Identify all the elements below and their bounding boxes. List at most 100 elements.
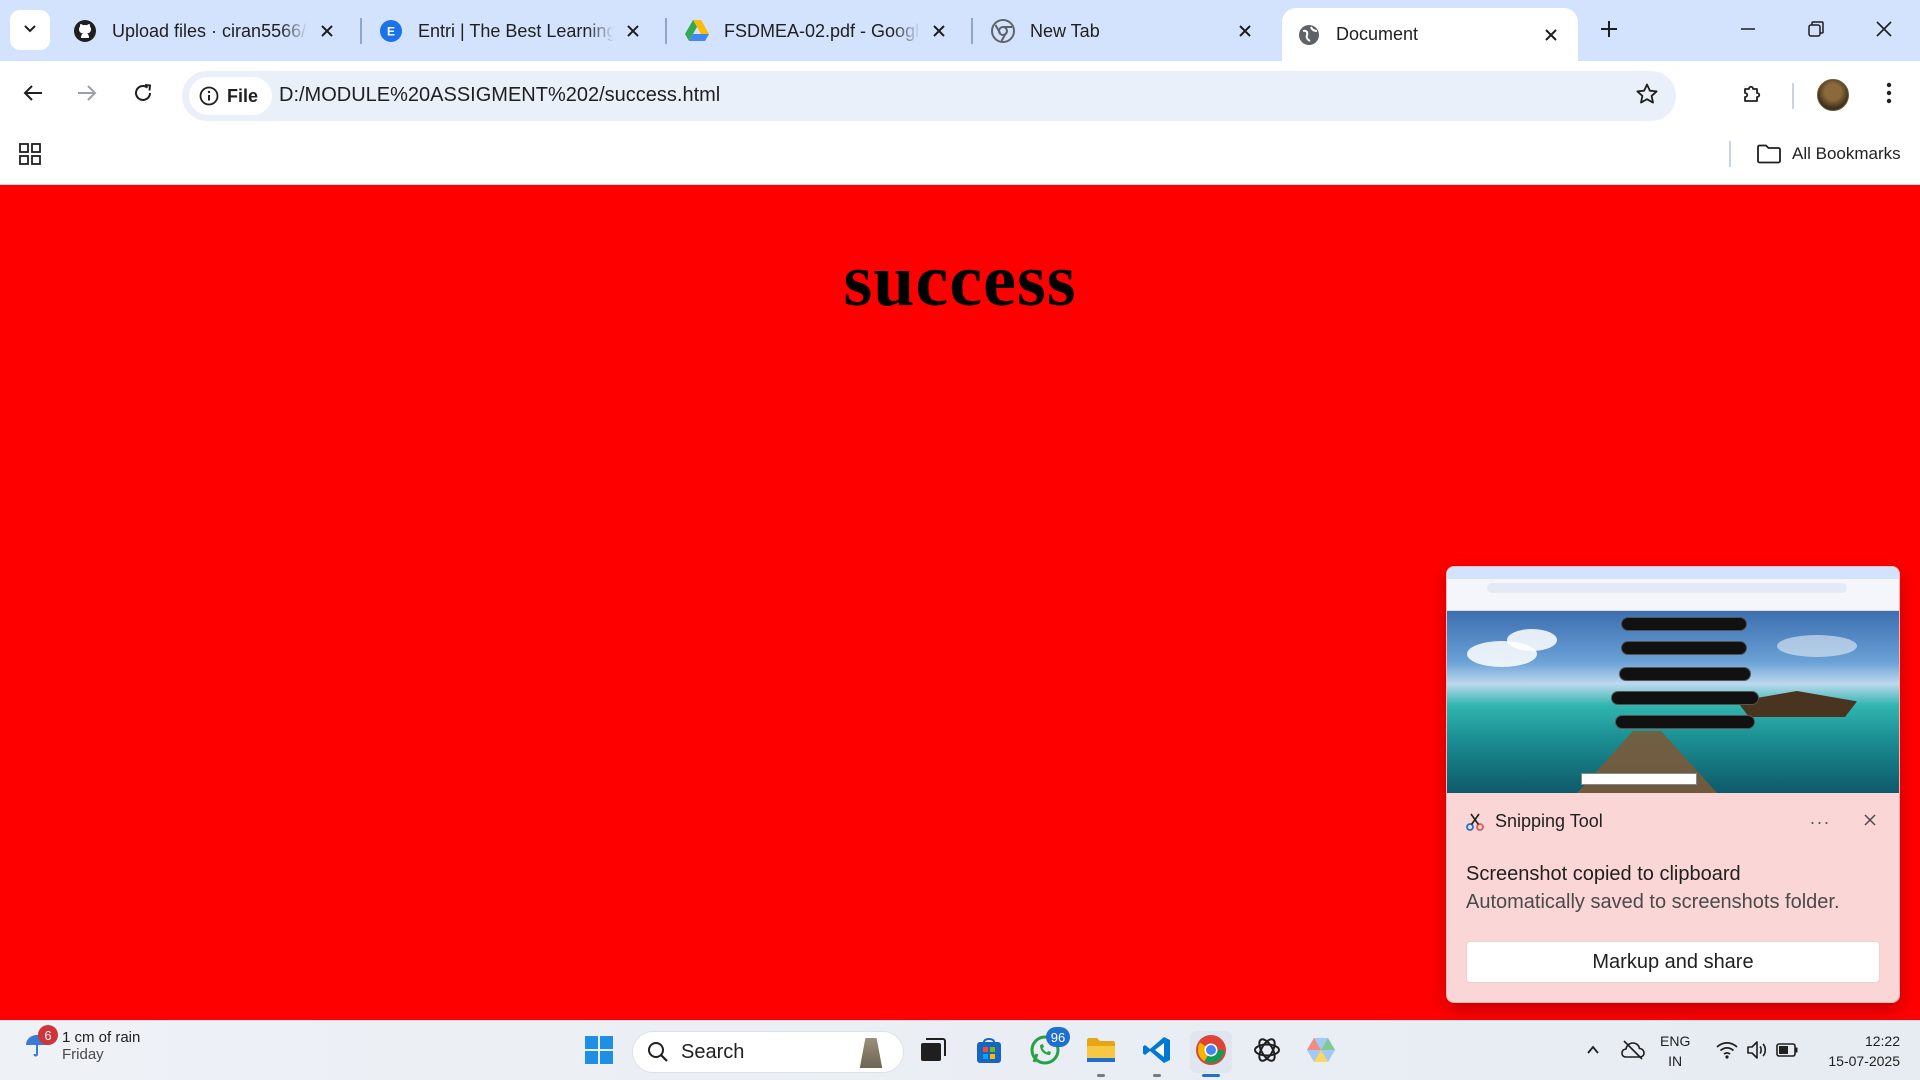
running-indicator — [1153, 1074, 1161, 1077]
tab-separator — [971, 18, 973, 44]
chevron-down-icon — [22, 20, 38, 41]
new-tab-button[interactable] — [1592, 14, 1626, 48]
url-text[interactable]: D:/MODULE%20ASSIGMENT%202/success.html — [279, 84, 720, 107]
snipping-tool-notification[interactable]: Snipping Tool ··· Screenshot copied to c… — [1446, 566, 1900, 1003]
windows-logo-icon — [584, 1035, 614, 1070]
markup-and-share-button[interactable]: Markup and share — [1466, 941, 1880, 983]
tab-strip: Upload files · ciran5566/Mo E Entri | Th… — [0, 0, 1920, 61]
toolbar-divider — [1792, 83, 1794, 109]
globe-icon — [1296, 22, 1322, 48]
reload-icon — [132, 82, 154, 109]
tab-document[interactable]: Document — [1282, 8, 1578, 61]
search-highlight-image — [859, 1038, 883, 1068]
back-button[interactable] — [10, 72, 56, 118]
more-vertical-icon — [1886, 82, 1892, 109]
thumbnail-cloud — [1507, 629, 1557, 651]
file-explorer-button[interactable] — [1080, 1031, 1122, 1077]
network-button[interactable] — [1712, 1031, 1742, 1073]
onedrive-status-button[interactable] — [1618, 1031, 1648, 1073]
chrome-button[interactable] — [1190, 1031, 1232, 1077]
speaker-icon — [1746, 1040, 1768, 1065]
input-language-indicator[interactable]: ENG IN — [1660, 1031, 1690, 1071]
tab-new-tab[interactable]: New Tab — [976, 8, 1272, 54]
tab-title: Document — [1336, 24, 1419, 44]
screenshot-thumbnail[interactable] — [1447, 567, 1899, 793]
forward-button[interactable] — [64, 72, 110, 118]
toast-header: Snipping Tool — [1465, 811, 1603, 832]
minimize-button[interactable] — [1716, 8, 1780, 54]
apps-grid-icon[interactable] — [16, 140, 44, 168]
github-icon — [72, 18, 98, 44]
toast-subtitle: Automatically saved to screenshots folde… — [1466, 891, 1840, 913]
clock[interactable]: 12:22 15-07-2025 — [1816, 1031, 1900, 1071]
battery-icon — [1776, 1042, 1798, 1062]
tab-entri[interactable]: E Entri | The Best Learning ap — [364, 8, 660, 54]
profile-button[interactable] — [1810, 72, 1856, 118]
thumbnail-url-bar — [1487, 583, 1847, 593]
weather-badge: 6 — [38, 1025, 58, 1045]
close-icon[interactable] — [1232, 18, 1258, 44]
toast-close-button[interactable] — [1855, 807, 1885, 837]
google-drive-icon — [684, 18, 710, 44]
thumbnail-form-field — [1619, 667, 1751, 681]
arrow-left-icon — [22, 82, 44, 109]
close-icon[interactable] — [314, 18, 340, 44]
close-icon — [1875, 20, 1893, 43]
restore-button[interactable] — [1784, 8, 1848, 54]
arrow-right-icon — [76, 82, 98, 109]
minimize-icon — [1740, 21, 1756, 42]
close-icon[interactable] — [1538, 22, 1564, 48]
bookmark-star-button[interactable] — [1630, 79, 1664, 113]
task-view-button[interactable] — [912, 1031, 954, 1073]
clock-date: 15-07-2025 — [1828, 1053, 1900, 1069]
show-hidden-icons-button[interactable] — [1578, 1031, 1608, 1073]
info-icon — [199, 86, 219, 106]
close-icon[interactable] — [926, 18, 952, 44]
tab-title: FSDMEA-02.pdf - Google Dri — [724, 20, 920, 41]
toast-more-button[interactable]: ··· — [1805, 807, 1835, 837]
puzzle-icon — [1741, 81, 1765, 110]
tab-google-drive[interactable]: FSDMEA-02.pdf - Google Dri — [670, 8, 966, 54]
volume-button[interactable] — [1742, 1031, 1772, 1073]
all-bookmarks-label: All Bookmarks — [1792, 144, 1901, 163]
thumbnail-cloud — [1777, 635, 1857, 657]
whatsapp-button[interactable]: 96 — [1024, 1027, 1070, 1073]
close-icon[interactable] — [620, 18, 646, 44]
microsoft-store-button[interactable] — [968, 1031, 1010, 1073]
active-indicator — [1202, 1074, 1220, 1077]
wifi-icon — [1716, 1041, 1738, 1064]
diamond-app-icon — [1305, 1035, 1337, 1070]
folder-icon — [1085, 1036, 1117, 1069]
thumbnail-browser-chrome — [1447, 567, 1899, 611]
close-icon — [1863, 813, 1877, 832]
battery-button[interactable] — [1772, 1031, 1802, 1073]
taskbar-search[interactable]: Search — [632, 1031, 904, 1073]
tab-search-button[interactable] — [10, 10, 50, 50]
gemini-app-button[interactable] — [1300, 1031, 1342, 1073]
extensions-button[interactable] — [1730, 72, 1776, 118]
site-info-chip[interactable]: File — [189, 77, 273, 115]
language-code: ENG — [1660, 1033, 1691, 1049]
weather-widget[interactable]: 6 1 cm of rain Friday — [22, 1025, 140, 1063]
tab-separator — [360, 18, 362, 44]
thumbnail-form-field — [1621, 641, 1747, 655]
search-icon — [647, 1041, 669, 1063]
chatgpt-button[interactable] — [1246, 1031, 1288, 1073]
all-bookmarks-button[interactable]: All Bookmarks — [1756, 139, 1901, 169]
task-view-icon — [919, 1037, 947, 1068]
start-button[interactable] — [578, 1031, 620, 1073]
vscode-button[interactable] — [1136, 1031, 1178, 1077]
thumbnail-form-field — [1615, 715, 1755, 729]
menu-button[interactable] — [1866, 72, 1912, 118]
reload-button[interactable] — [120, 72, 166, 118]
tab-github[interactable]: Upload files · ciran5566/Mo — [58, 8, 354, 54]
star-icon — [1635, 82, 1659, 111]
site-chip-label: File — [227, 85, 259, 106]
browser-toolbar: File D:/MODULE%20ASSIGMENT%202/success.h… — [0, 61, 1920, 131]
restore-icon — [1807, 20, 1825, 43]
language-region: IN — [1668, 1053, 1683, 1069]
tab-title: Entri | The Best Learning ap — [418, 20, 614, 41]
address-bar[interactable]: File D:/MODULE%20ASSIGMENT%202/success.h… — [182, 71, 1676, 121]
chrome-icon — [990, 18, 1016, 44]
close-window-button[interactable] — [1852, 8, 1916, 54]
